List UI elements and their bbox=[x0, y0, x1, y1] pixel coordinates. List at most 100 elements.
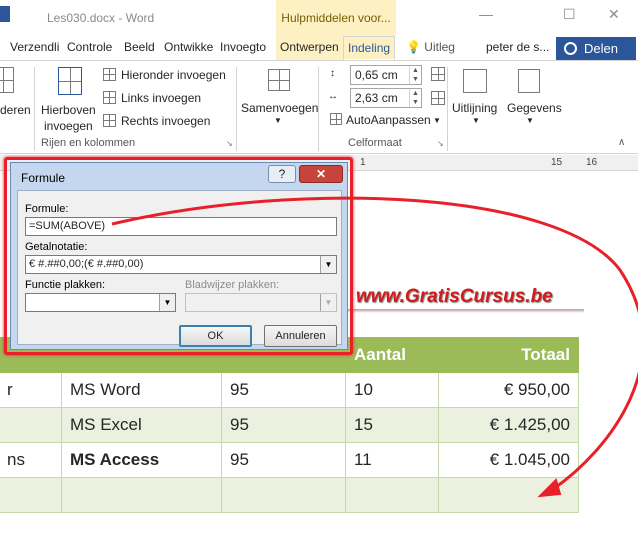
table-cell[interactable]: r bbox=[0, 372, 62, 408]
table-cell[interactable]: 15 bbox=[345, 407, 439, 443]
delete-label[interactable]: deren bbox=[0, 103, 31, 117]
tab-ontwikkelaars[interactable]: Ontwikke bbox=[164, 40, 213, 54]
insert-right-button[interactable]: Rechts invoegen bbox=[121, 114, 210, 128]
formula-label: Formule: bbox=[25, 203, 69, 215]
dialog-close-button[interactable]: ✕ bbox=[299, 165, 343, 183]
tab-ontwerpen[interactable]: Ontwerpen bbox=[276, 36, 343, 60]
chevron-down-icon[interactable]: ▼ bbox=[433, 116, 441, 125]
table-cell[interactable] bbox=[61, 477, 222, 513]
document-title: Les030.docx - Word bbox=[47, 11, 155, 25]
insert-above-icon[interactable] bbox=[58, 67, 82, 95]
table-cell[interactable]: € 1.045,00 bbox=[438, 442, 579, 478]
alignment-button[interactable]: Uitlijning bbox=[452, 101, 497, 115]
table-cell[interactable] bbox=[0, 477, 62, 513]
delete-icon[interactable] bbox=[0, 67, 14, 93]
insert-above-label[interactable]: Hierboven bbox=[41, 103, 96, 117]
table-cell[interactable] bbox=[221, 477, 346, 513]
table-cell[interactable] bbox=[345, 477, 439, 513]
dialog-launcher-icon[interactable]: ↘ bbox=[437, 139, 444, 148]
ok-button[interactable]: OK bbox=[179, 325, 252, 347]
ruler-mark: 15 bbox=[551, 157, 563, 168]
lightbulb-icon: 💡 bbox=[406, 40, 421, 54]
formula-input[interactable]: =SUM(ABOVE) bbox=[25, 217, 337, 236]
table-cell[interactable]: € 950,00 bbox=[438, 372, 579, 408]
user-name[interactable]: peter de s... bbox=[486, 40, 549, 54]
insert-below-button[interactable]: Hieronder invoegen bbox=[121, 68, 226, 82]
table-header-cell[interactable]: Totaal bbox=[438, 337, 579, 373]
column-width-spinner[interactable]: ▲ ▼ bbox=[409, 89, 421, 107]
group-separator bbox=[447, 67, 448, 151]
table-header-cell[interactable]: Aantal bbox=[345, 337, 439, 373]
table-tools-context-title: Hulpmiddelen voor... bbox=[276, 0, 396, 36]
collapse-ribbon-icon[interactable]: ∧ bbox=[618, 137, 625, 148]
data-button[interactable]: Gegevens bbox=[507, 101, 562, 115]
rows-columns-group-label: Rijen en kolommen bbox=[41, 137, 136, 149]
table-row bbox=[0, 477, 579, 513]
distribute-columns-icon[interactable] bbox=[431, 91, 445, 105]
restore-button[interactable]: ☐ bbox=[563, 6, 576, 23]
table-cell[interactable]: 95 bbox=[221, 407, 346, 443]
insert-right-icon[interactable] bbox=[103, 114, 116, 127]
paste-bookmark-label: Bladwijzer plakken: bbox=[185, 279, 280, 291]
table-row: r MS Word 95 10 € 950,00 bbox=[0, 372, 579, 408]
ruler-mark: 16 bbox=[586, 157, 598, 168]
table-cell[interactable] bbox=[438, 477, 579, 513]
chevron-down-icon[interactable]: ▼ bbox=[159, 294, 175, 311]
tab-controle[interactable]: Controle bbox=[67, 40, 112, 54]
share-button[interactable]: Delen bbox=[556, 37, 636, 61]
data-icon[interactable] bbox=[518, 69, 540, 93]
autofit-button[interactable]: AutoAanpassen bbox=[346, 113, 431, 127]
tab-indeling[interactable]: Indeling bbox=[343, 36, 396, 60]
ribbon-tabs: Verzendli Controle Beeld Ontwikke Invoeg… bbox=[0, 36, 638, 60]
table-cell[interactable]: € 1.425,00 bbox=[438, 407, 579, 443]
distribute-rows-icon[interactable] bbox=[431, 67, 445, 81]
alignment-icon[interactable] bbox=[463, 69, 487, 93]
table-cell[interactable] bbox=[0, 407, 62, 443]
column-width-input[interactable]: 2,63 cm ▲ ▼ bbox=[350, 88, 422, 108]
document-table[interactable]: Aantal Totaal r MS Word 95 10 € 950,00 M… bbox=[0, 337, 579, 513]
tab-beeld[interactable]: Beeld bbox=[124, 40, 155, 54]
row-height-spinner[interactable]: ▲ ▼ bbox=[409, 66, 421, 84]
watermark-underline bbox=[340, 309, 584, 313]
insert-left-button[interactable]: Links invoegen bbox=[121, 91, 201, 105]
watermark-text: www.GratisCursus.be bbox=[356, 286, 553, 307]
share-label: Delen bbox=[584, 41, 618, 56]
paste-function-select[interactable]: ▼ bbox=[25, 293, 176, 312]
table-cell[interactable]: MS Excel bbox=[61, 407, 222, 443]
chevron-down-icon[interactable]: ▼ bbox=[274, 116, 282, 125]
table-cell[interactable]: 95 bbox=[221, 372, 346, 408]
quick-access-icon[interactable] bbox=[0, 6, 10, 22]
row-height-value: 0,65 cm bbox=[355, 68, 398, 82]
group-separator bbox=[236, 67, 237, 151]
insert-above-label-2[interactable]: invoegen bbox=[44, 119, 93, 133]
group-separator bbox=[318, 67, 319, 151]
chevron-down-icon: ▼ bbox=[320, 294, 336, 311]
minimize-button[interactable]: — bbox=[479, 6, 493, 22]
number-format-label: Getalnotatie: bbox=[25, 241, 88, 253]
table-cell[interactable]: 10 bbox=[345, 372, 439, 408]
help-button[interactable]: ? bbox=[268, 165, 296, 183]
merge-button[interactable]: Samenvoegen bbox=[241, 101, 318, 115]
table-cell[interactable]: ns bbox=[0, 442, 62, 478]
dialog-launcher-icon[interactable]: ↘ bbox=[226, 139, 233, 148]
chevron-down-icon[interactable]: ▼ bbox=[320, 256, 336, 273]
merge-icon[interactable] bbox=[268, 69, 290, 91]
table-row: MS Excel 95 15 € 1.425,00 bbox=[0, 407, 579, 443]
insert-below-icon[interactable] bbox=[103, 68, 116, 81]
tab-verzendlijsten[interactable]: Verzendli bbox=[10, 40, 59, 54]
table-cell[interactable]: MS Access bbox=[61, 442, 222, 478]
formula-dialog: Formule ? ✕ Formule: =SUM(ABOVE) Getalno… bbox=[10, 162, 348, 350]
close-window-button[interactable]: ✕ bbox=[608, 6, 620, 23]
insert-left-icon[interactable] bbox=[103, 91, 116, 104]
row-height-input[interactable]: 0,65 cm ▲ ▼ bbox=[350, 65, 422, 85]
table-cell[interactable]: 95 bbox=[221, 442, 346, 478]
tell-me-box[interactable]: 💡 Uitleg bbox=[406, 40, 455, 54]
tab-invoegtoepassingen[interactable]: Invoegto bbox=[220, 40, 266, 54]
number-format-select[interactable]: € #.##0,00;(€ #.##0,00) ▼ bbox=[25, 255, 337, 274]
chevron-down-icon[interactable]: ▼ bbox=[526, 116, 534, 125]
chevron-down-icon[interactable]: ▼ bbox=[472, 116, 480, 125]
column-width-value: 2,63 cm bbox=[355, 91, 398, 105]
table-cell[interactable]: MS Word bbox=[61, 372, 222, 408]
cancel-button[interactable]: Annuleren bbox=[264, 325, 337, 347]
table-cell[interactable]: 11 bbox=[345, 442, 439, 478]
